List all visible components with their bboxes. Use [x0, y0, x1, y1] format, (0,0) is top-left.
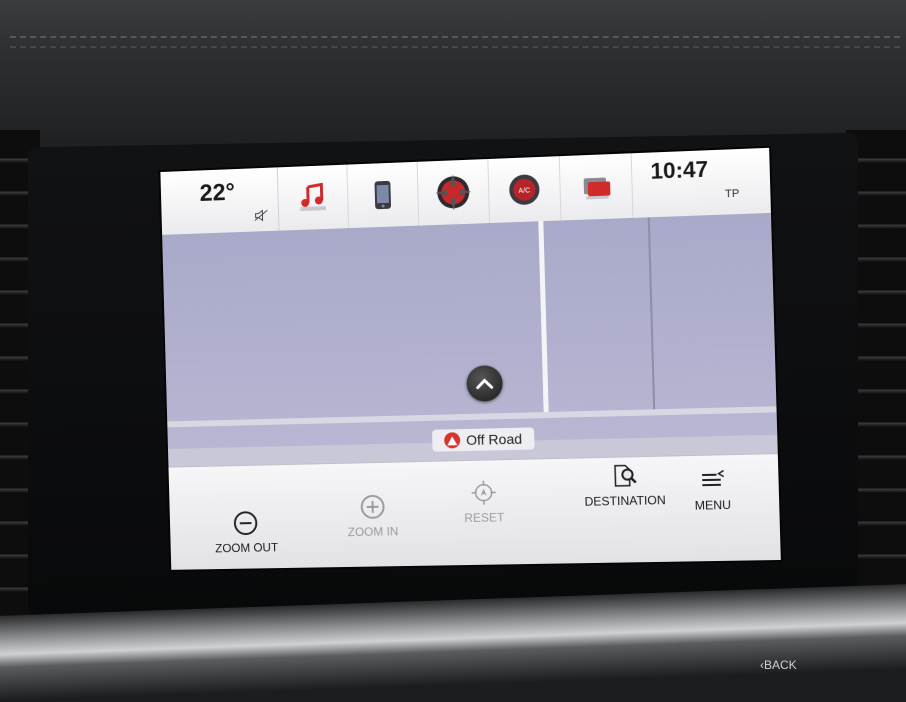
menu-icon — [697, 465, 727, 494]
destination-label: DESTINATION — [584, 493, 666, 509]
svg-text:A/C: A/C — [518, 187, 530, 195]
dashboard-stitching — [10, 46, 900, 48]
chevron-up-icon — [475, 377, 493, 389]
road-status-indicator: Off Road — [432, 427, 534, 451]
clock-time: 10:47 — [650, 156, 708, 185]
softkey-bar: ZOOM OUT ZOOM IN RESET — [168, 453, 780, 570]
map-road — [167, 406, 776, 427]
recenter-icon — [469, 478, 498, 507]
zoom-out-button[interactable]: ZOOM OUT — [214, 509, 278, 556]
minus-circle-icon — [232, 509, 260, 537]
dashboard-top — [0, 0, 906, 150]
zoom-in-label: ZOOM IN — [348, 524, 399, 539]
compass-icon — [433, 172, 474, 213]
mute-icon — [255, 209, 269, 221]
map-road — [648, 217, 655, 409]
ac-icon: A/C — [506, 171, 543, 208]
zoom-out-label: ZOOM OUT — [215, 540, 278, 555]
app-audio[interactable] — [278, 165, 349, 231]
app-navigation[interactable] — [418, 159, 491, 226]
temperature-readout: 22° — [199, 179, 235, 208]
reset-label: RESET — [464, 510, 504, 525]
app-climate[interactable]: A/C — [488, 156, 561, 223]
phone-icon — [370, 178, 395, 213]
navigation-map[interactable]: Off Road — [162, 213, 778, 467]
reset-button[interactable]: RESET — [463, 478, 504, 525]
menu-button[interactable]: MENU — [694, 465, 732, 512]
vehicle-position-marker — [466, 365, 503, 402]
back-hardware-button[interactable]: ‹BACK — [760, 658, 797, 672]
menu-label: MENU — [695, 498, 732, 513]
infotainment-screen: 22° — [160, 148, 780, 570]
zoom-in-button[interactable]: ZOOM IN — [347, 492, 399, 539]
climate-temp-cell[interactable]: 22° — [160, 167, 279, 234]
destination-search-icon — [610, 461, 639, 490]
message-icon — [579, 171, 612, 202]
road-status-label: Off Road — [466, 431, 522, 448]
app-phone[interactable] — [347, 162, 419, 228]
clock-cell: 10:47 TP — [632, 148, 771, 218]
music-note-icon — [296, 180, 330, 215]
map-road — [538, 221, 548, 412]
dashboard-stitching — [10, 36, 900, 38]
plus-circle-icon — [358, 493, 386, 521]
destination-button[interactable]: DESTINATION — [583, 461, 665, 509]
traffic-program-indicator: TP — [725, 188, 740, 201]
warning-icon — [444, 432, 460, 448]
app-messages[interactable] — [560, 153, 634, 220]
